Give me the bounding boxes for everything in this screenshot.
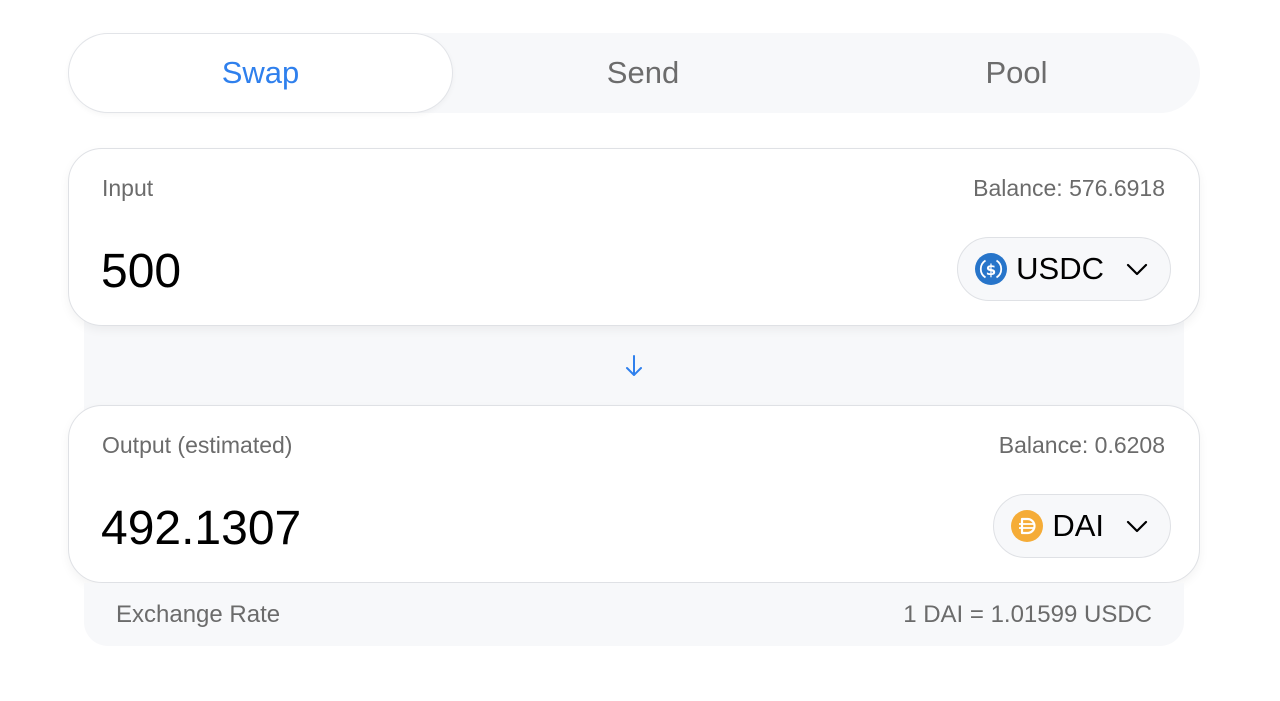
swap-send-pool-tabs: Swap Send Pool	[68, 33, 1200, 113]
exchange-rate-label: Exchange Rate	[116, 601, 281, 628]
tab-send[interactable]: Send	[453, 33, 833, 113]
arrow-down-icon[interactable]	[621, 352, 647, 380]
exchange-rate-value: 1 DAI = 1.01599 USDC	[903, 601, 1152, 628]
chevron-down-icon	[1124, 256, 1150, 282]
usdc-icon: $	[974, 252, 1008, 286]
output-balance: Balance: 0.6208	[998, 432, 1165, 458]
input-token-selector[interactable]: $ USDC	[957, 237, 1171, 301]
input-amount-field[interactable]	[69, 237, 669, 305]
output-amount-field[interactable]	[69, 494, 669, 562]
chevron-down-icon	[1124, 513, 1150, 539]
tab-pool[interactable]: Pool	[833, 33, 1200, 113]
output-token-selector[interactable]: DAI	[993, 494, 1171, 558]
input-panel: Input Balance: 576.6918 $ USDC	[68, 148, 1200, 326]
exchange-rate-bar: Exchange Rate 1 DAI = 1.01599 USDC	[84, 583, 1184, 646]
input-token-symbol: USDC	[1016, 251, 1104, 286]
tab-swap[interactable]: Swap	[68, 33, 453, 113]
output-token-symbol: DAI	[1052, 508, 1104, 543]
svg-text:$: $	[986, 261, 996, 279]
dai-icon	[1010, 509, 1044, 543]
output-label: Output (estimated)	[102, 432, 293, 458]
output-panel: Output (estimated) Balance: 0.6208 DAI	[68, 405, 1200, 583]
input-balance: Balance: 576.6918	[973, 175, 1165, 201]
input-label: Input	[102, 175, 154, 201]
